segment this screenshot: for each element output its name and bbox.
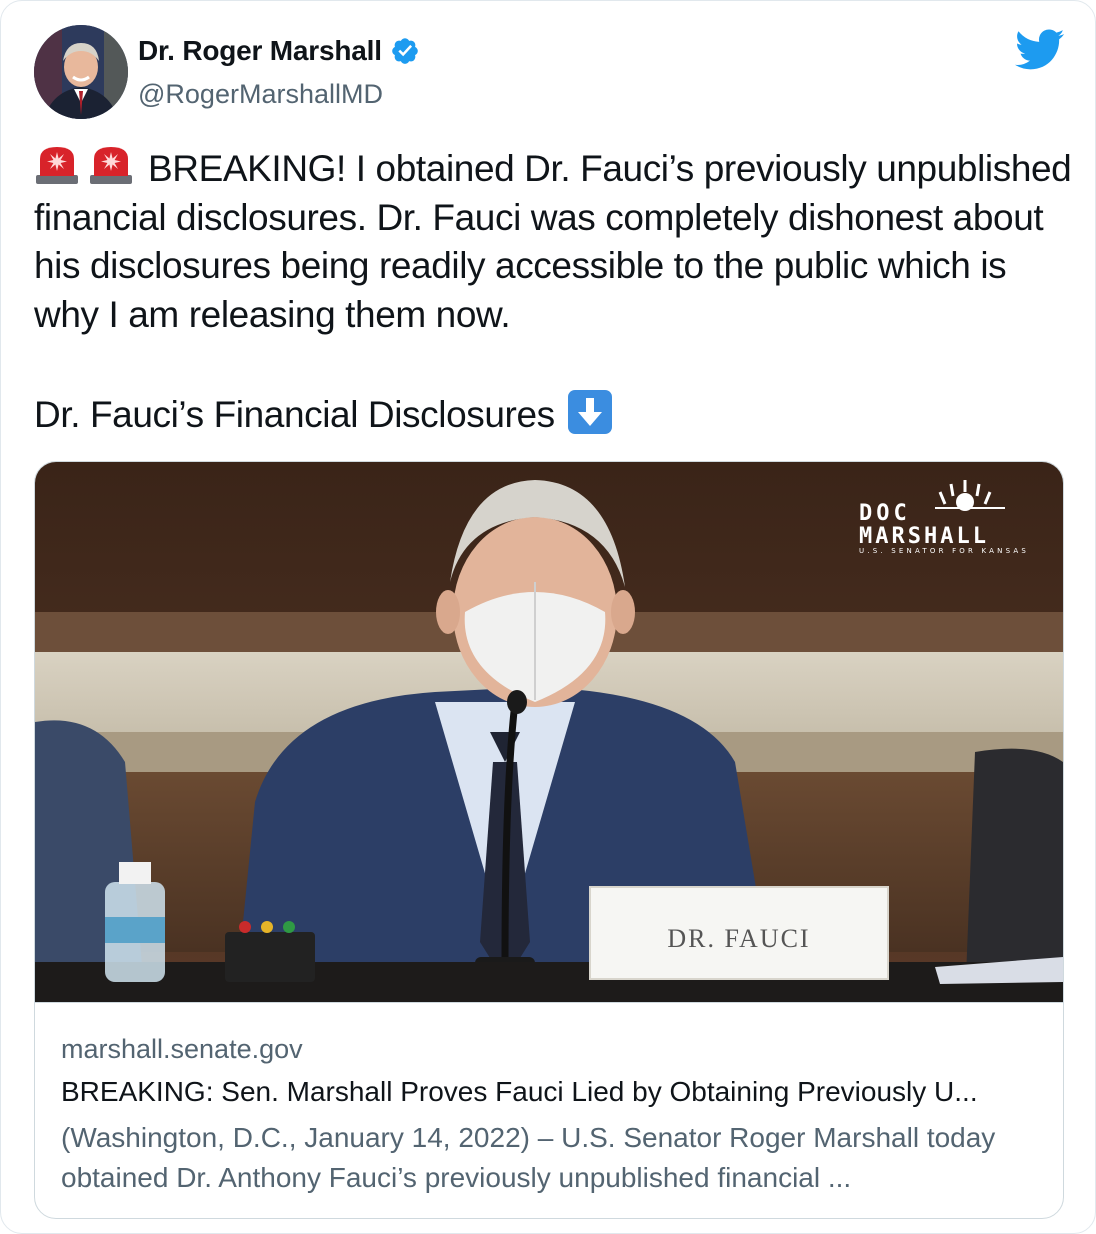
logo-marshall: MARSHALL [859,524,989,549]
rotating-light-icon [36,147,78,184]
card-divider [35,1002,1063,1003]
verified-badge-icon [392,38,418,64]
nameplate-text: DR. FAUCI [667,924,810,953]
tweet-body: BREAKING! I obtained Dr. Fauci’s previou… [34,148,1072,335]
avatar-portrait [34,25,128,119]
author-display-name[interactable]: Dr. Roger Marshall [138,35,382,67]
author-name-row[interactable]: Dr. Roger Marshall [138,35,420,67]
logo-tagline: U.S. SENATOR FOR KANSAS [859,547,1029,555]
author-handle[interactable]: @RogerMarshallMD [138,79,383,110]
card-description[interactable]: (Washington, D.C., January 14, 2022) – U… [61,1118,1041,1198]
card-domain[interactable]: marshall.senate.gov [61,1034,303,1065]
down-arrow-icon [567,390,612,434]
link-preview-card[interactable]: DR. FAUCI DOC MARSHALL U.S. SENATOR FOR … [34,461,1064,1219]
tweet-line2-row: Dr. Fauci’s Financial Disclosures [34,389,613,436]
tweet-line2: Dr. Fauci’s Financial Disclosures [34,394,555,435]
card-title[interactable]: BREAKING: Sen. Marshall Proves Fauci Lie… [61,1076,1041,1108]
tweet-card: Dr. Roger Marshall @RogerMarshallMD BREA… [0,0,1096,1234]
tweet-text: BREAKING! I obtained Dr. Fauci’s previou… [34,145,1074,339]
author-avatar[interactable] [34,25,128,119]
rotating-light-icon [90,147,132,184]
twitter-bird-icon[interactable] [1015,29,1065,71]
card-image[interactable]: DR. FAUCI DOC MARSHALL U.S. SENATOR FOR … [35,462,1063,1002]
logo-doc: DOC [859,501,911,526]
